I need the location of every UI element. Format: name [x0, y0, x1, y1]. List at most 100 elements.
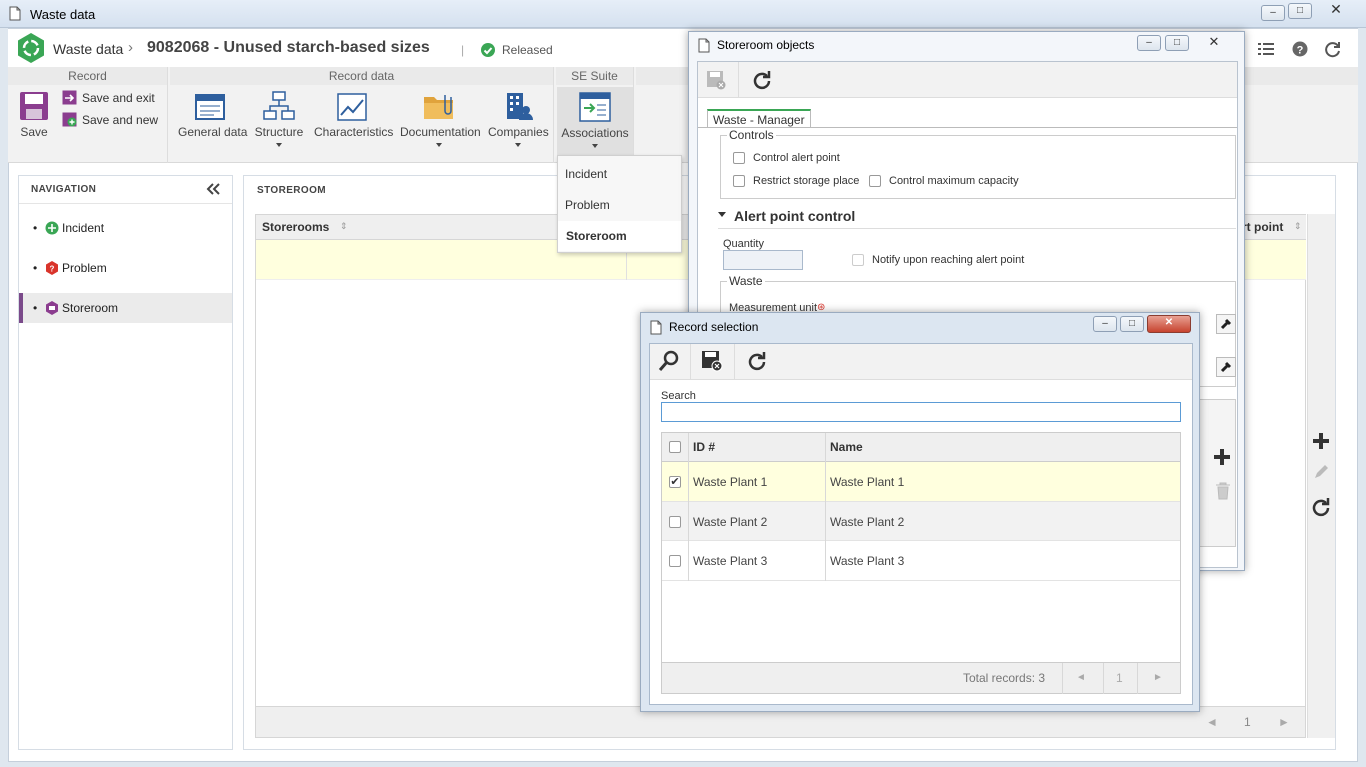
notify-checkbox[interactable]	[852, 254, 864, 266]
documentation-button[interactable]: Documentation	[400, 91, 481, 147]
structure-label: Structure	[254, 125, 304, 139]
save-close-icon[interactable]	[706, 70, 726, 90]
page-number[interactable]: 1	[1244, 715, 1251, 729]
refresh-icon[interactable]	[1324, 41, 1342, 59]
incident-icon	[45, 221, 59, 235]
navigation-panel: NAVIGATION • Incident • ? Problem • Stor…	[18, 175, 233, 750]
tab-waste-manager[interactable]: Waste - Manager	[707, 109, 811, 128]
maximize-button[interactable]: □	[1165, 35, 1189, 51]
table-row[interactable]: Waste Plant 2 Waste Plant 2	[662, 502, 1180, 541]
building-icon	[503, 91, 533, 121]
companies-button[interactable]: Companies	[488, 91, 549, 147]
col-id[interactable]: ID #	[693, 440, 715, 454]
row-checkbox[interactable]: ✔	[669, 476, 681, 488]
table-row[interactable]: ✔ Waste Plant 1 Waste Plant 1	[662, 462, 1180, 502]
prev-page-icon[interactable]: ◄	[1206, 715, 1218, 729]
maximize-button[interactable]: □	[1288, 3, 1312, 19]
general-data-button[interactable]: General data	[178, 93, 247, 139]
svg-text:?: ?	[50, 265, 55, 274]
minimize-button[interactable]: –	[1137, 35, 1161, 51]
maximize-button[interactable]: □	[1120, 316, 1144, 332]
refresh-icon[interactable]	[752, 70, 772, 90]
add-icon[interactable]	[1213, 448, 1231, 466]
minimize-button[interactable]: –	[1261, 5, 1285, 21]
close-button[interactable]: ✕	[1318, 2, 1354, 19]
folder-icon	[423, 91, 455, 121]
storeroom-icon	[45, 301, 59, 315]
add-icon[interactable]	[1312, 432, 1330, 450]
grid-footer: Total records: 3 ◄ 1 ►	[662, 662, 1180, 694]
collapse-icon[interactable]	[206, 183, 220, 195]
prev-page-icon[interactable]: ◄	[1076, 672, 1086, 683]
quantity-input[interactable]	[723, 250, 803, 270]
characteristics-button[interactable]: Characteristics	[314, 93, 393, 139]
col-storerooms[interactable]: Storerooms	[262, 220, 329, 234]
side-toolbar	[1307, 214, 1335, 738]
help-icon[interactable]: ?	[1292, 41, 1308, 57]
nav-item-incident[interactable]: • Incident	[19, 213, 232, 243]
table-row[interactable]: Waste Plant 3 Waste Plant 3	[662, 541, 1180, 581]
chevron-down-icon	[276, 143, 282, 147]
nav-item-problem[interactable]: • ? Problem	[19, 253, 232, 283]
delete-icon[interactable]	[1215, 482, 1231, 500]
search-input[interactable]	[661, 402, 1181, 422]
control-alert-point-checkbox[interactable]	[733, 152, 745, 164]
alert-section-title[interactable]: Alert point control	[734, 208, 855, 224]
col-name[interactable]: Name	[830, 440, 863, 454]
row-checkbox[interactable]	[669, 555, 681, 567]
close-button[interactable]: ✕	[1147, 315, 1191, 333]
associations-button[interactable]: Associations	[557, 87, 633, 155]
clear-icon[interactable]	[1216, 357, 1236, 377]
max-capacity-checkbox[interactable]	[869, 175, 881, 187]
header-divider: |	[461, 43, 465, 57]
structure-button[interactable]: Structure	[254, 91, 304, 147]
menu-item-problem[interactable]: Problem	[558, 193, 681, 217]
released-status-icon	[480, 42, 496, 58]
sort-icon[interactable]: ⇕	[1294, 221, 1302, 232]
clear-icon[interactable]	[1216, 314, 1236, 334]
edit-icon[interactable]	[1313, 464, 1329, 480]
quantity-label: Quantity	[723, 238, 764, 250]
ribbon-group-record: Record Save Save and exit Save and new	[8, 67, 168, 163]
close-button[interactable]: ✕	[1193, 35, 1235, 51]
window-titlebar: Waste data – □ ✕	[0, 0, 1366, 28]
restrict-storage-label: Restrict storage place	[753, 175, 860, 187]
row-checkbox[interactable]	[669, 516, 681, 528]
search-icon[interactable]	[658, 350, 680, 372]
companies-label: Companies	[488, 125, 549, 139]
app-name[interactable]: Waste data	[53, 41, 123, 57]
select-all-checkbox[interactable]	[669, 441, 681, 453]
max-capacity-label: Control maximum capacity	[889, 175, 1019, 187]
restrict-storage-checkbox[interactable]	[733, 175, 745, 187]
menu-item-incident[interactable]: Incident	[558, 162, 681, 186]
document-icon	[9, 6, 21, 21]
menu-item-storeroom[interactable]: Storeroom	[558, 221, 681, 251]
controls-legend: Controls	[727, 128, 776, 142]
cell-name: Waste Plant 2	[830, 515, 905, 529]
minimize-button[interactable]: –	[1093, 316, 1117, 332]
panel-title: STOREROOM	[257, 185, 326, 196]
list-icon[interactable]	[1258, 42, 1274, 56]
save-close-icon[interactable]	[701, 350, 723, 372]
dialog-toolbar	[698, 62, 1237, 98]
next-page-icon[interactable]: ►	[1153, 672, 1163, 683]
cell-id: Waste Plant 3	[693, 554, 768, 568]
refresh-icon[interactable]	[1311, 497, 1331, 517]
page-number[interactable]: 1	[1116, 671, 1123, 685]
collapse-arrow-icon[interactable]	[718, 212, 726, 217]
col-alert-point[interactable]: rt point	[1242, 220, 1283, 234]
next-page-icon[interactable]: ►	[1278, 715, 1290, 729]
breadcrumb-separator: ›	[128, 39, 133, 56]
sort-icon[interactable]: ⇕	[340, 221, 348, 232]
waste-app-logo	[15, 32, 47, 64]
record-selection-dialog: Record selection – □ ✕ Search ID # Name …	[640, 312, 1200, 712]
problem-icon: ?	[45, 261, 59, 275]
nav-item-label: Storeroom	[62, 301, 119, 315]
save-button[interactable]: Save	[14, 91, 54, 139]
navigation-title: NAVIGATION	[19, 176, 232, 204]
refresh-icon[interactable]	[747, 351, 767, 371]
ribbon-group-record-data: Record data General data Structure Chara…	[170, 67, 554, 163]
controls-fieldset: Controls Control alert point Restrict st…	[720, 128, 1236, 199]
cell-name: Waste Plant 3	[830, 554, 905, 568]
nav-item-storeroom[interactable]: • Storeroom	[19, 293, 232, 323]
